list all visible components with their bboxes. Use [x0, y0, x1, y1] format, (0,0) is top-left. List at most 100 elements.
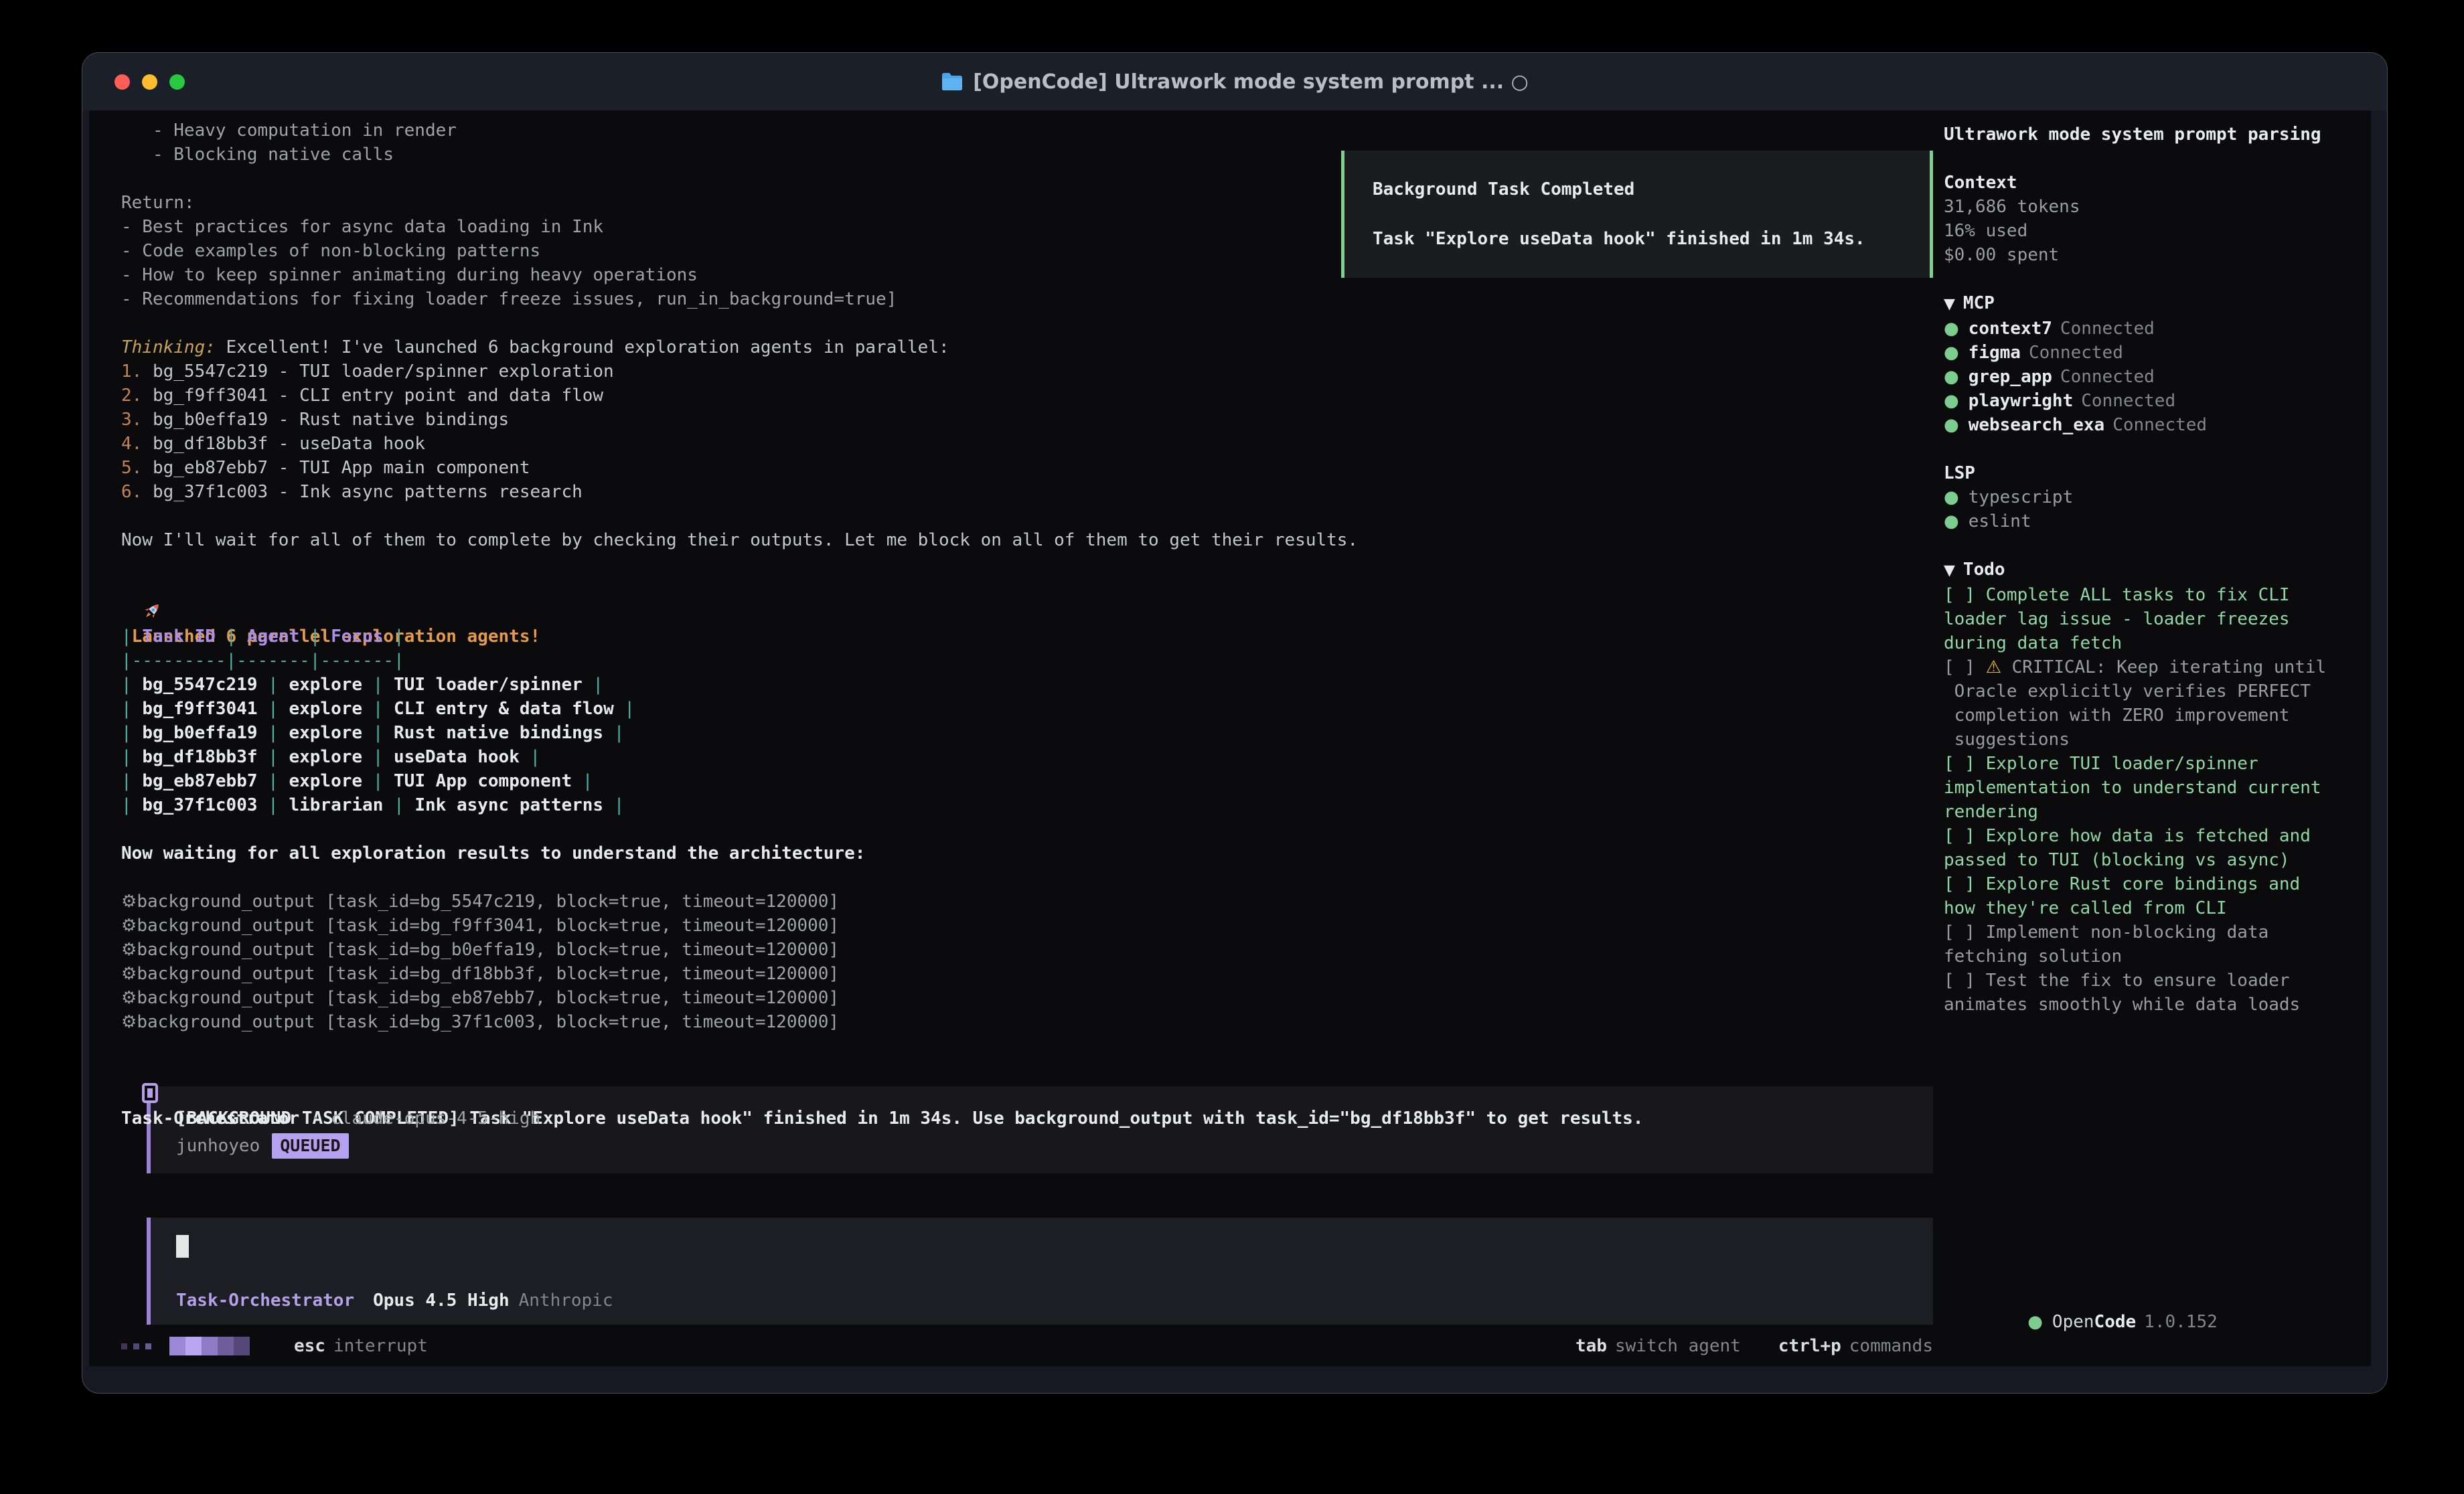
mcp-server-name: websearch_exa	[1969, 415, 2105, 435]
text-segment: Excellent! I've launched 6 background ex…	[216, 337, 949, 357]
terminal-line: Launched 6 parallel exploration agents!	[121, 576, 1934, 600]
green-status-dot: ●	[1944, 487, 1959, 507]
prompt-input[interactable]: Task-OrchestratorOpus 4.5 HighAnthropic	[147, 1218, 1933, 1325]
todo-section-header[interactable]: ▼Todo	[1944, 558, 2371, 583]
todo-item: [ ] Explore Rust core bindings and how t…	[1944, 872, 2371, 920]
app-version: 1.0.152	[2144, 1312, 2218, 1332]
terminal-line: | Task ID | Agent | Focus |	[121, 625, 1934, 649]
mcp-server-status: Connected	[2081, 391, 2175, 411]
context-spent: $0.00 spent	[1944, 243, 2371, 267]
text-segment: 4.	[121, 434, 153, 454]
text-segment: |	[383, 795, 414, 815]
zoom-button[interactable]	[169, 74, 185, 90]
text-segment: |	[583, 675, 603, 695]
text-segment: - Heavy computation in render	[121, 120, 457, 141]
lsp-server-item: ●eslint	[1944, 509, 2371, 533]
text-segment: bg_eb87ebb7 - TUI App main component	[153, 458, 530, 478]
text-segment: |	[362, 675, 394, 695]
status-bar: escinterrupt tabswitch agent ctrl+pcomma…	[121, 1334, 1933, 1358]
warning-icon: ⚠	[1986, 657, 2001, 677]
context-heading: Context	[1944, 171, 2371, 195]
minimize-button[interactable]	[142, 74, 157, 90]
text-segment: |	[121, 699, 142, 719]
window-title: [OpenCode] Ultrawork mode system prompt …	[941, 70, 1529, 94]
window-controls	[114, 53, 185, 110]
terminal-line: ⚙background_output [task_id=bg_df18bb3f,…	[121, 962, 1934, 986]
text-segment: bg_b0effa19 - Rust native bindings	[153, 410, 509, 430]
mcp-server-item: ●playwrightConnected	[1944, 389, 2371, 413]
model-label[interactable]: Opus 4.5 High	[373, 1291, 510, 1311]
window-title-text: [OpenCode] Ultrawork mode system prompt …	[973, 70, 1529, 94]
text-segment: |	[121, 675, 142, 695]
terminal-line: - Heavy computation in render	[121, 118, 1934, 143]
mcp-section: ▼MCP ●context7Connected●figmaConnected●g…	[1944, 291, 2371, 437]
text-segment: |	[362, 747, 394, 767]
text-segment: Thinking:	[121, 337, 216, 357]
terminal-pane[interactable]: - Heavy computation in render - Blocking…	[89, 110, 1934, 1366]
text-segment: - Recommendations for fixing loader free…	[121, 289, 897, 309]
text-segment: bg_df18bb3f	[142, 747, 257, 767]
terminal-line: | bg_5547c219 | explore | TUI loader/spi…	[121, 673, 1934, 697]
terminal-line	[121, 817, 1934, 841]
text-segment: bg_f9ff3041 - CLI entry point and data f…	[153, 386, 603, 406]
mcp-section-header[interactable]: ▼MCP	[1944, 291, 2371, 317]
collapse-triangle-icon: ▼	[1944, 296, 1955, 313]
text-segment: 2.	[121, 386, 153, 406]
terminal-line: 2. bg_f9ff3041 - CLI entry point and dat…	[121, 384, 1934, 408]
notification-title: Background Task Completed	[1373, 177, 1930, 201]
lsp-server-name: eslint	[1969, 511, 2031, 531]
text-segment: background_output [task_id=bg_f9ff3041, …	[137, 916, 839, 936]
app-name: OpenCode	[2052, 1312, 2136, 1332]
content-area: - Heavy computation in render - Blocking…	[89, 110, 2371, 1366]
text-segment: bg_5547c219	[142, 675, 257, 695]
text-segment: Task-Orchestrator	[121, 1108, 299, 1129]
text-segment: Task ID	[142, 627, 216, 647]
terminal-line	[121, 865, 1934, 890]
lsp-section-header[interactable]: LSP	[1944, 461, 2371, 485]
text-segment: background_output [task_id=bg_5547c219, …	[137, 892, 839, 912]
mcp-server-name: context7	[1969, 319, 2052, 339]
terminal-line: | bg_eb87ebb7 | explore | TUI App compon…	[121, 769, 1934, 793]
text-segment: |	[614, 699, 635, 719]
terminal-line: Now I'll wait for all of them to complet…	[121, 528, 1934, 552]
lsp-section: LSP ●typescript●eslint	[1944, 461, 2371, 533]
text-segment: |	[258, 771, 289, 791]
todo-item: [ ] Explore TUI loader/spinner implement…	[1944, 752, 2371, 824]
text-segment: librarian	[289, 795, 383, 815]
mcp-server-status: Connected	[2112, 415, 2207, 435]
titlebar[interactable]: [OpenCode] Ultrawork mode system prompt …	[82, 53, 2387, 110]
text-segment: |	[121, 723, 142, 743]
text-segment: |	[258, 723, 289, 743]
collapse-triangle-icon: ▼	[1944, 562, 1955, 579]
text-segment: background_output [task_id=bg_eb87ebb7, …	[137, 988, 839, 1008]
text-segment: explore	[289, 771, 362, 791]
text-segment: bg_5547c219 - TUI loader/spinner explora…	[153, 361, 614, 382]
active-agent-label[interactable]: Task-Orchestrator	[176, 1291, 354, 1311]
text-segment: bg_37f1c003 - Ink async patterns researc…	[153, 482, 583, 502]
text-segment: |	[258, 747, 289, 767]
text-segment: |	[258, 795, 289, 815]
text-segment: |	[603, 795, 624, 815]
terminal-line: ⚙background_output [task_id=bg_f9ff3041,…	[121, 914, 1934, 938]
text-segment: Return:	[121, 193, 195, 213]
terminal-line: |---------|-------|-------|	[121, 649, 1934, 673]
todo-item: [ ] Complete ALL tasks to fix CLI loader…	[1944, 583, 2371, 655]
text-segment: explore	[289, 699, 362, 719]
text-segment: bg_df18bb3f - useData hook	[153, 434, 425, 454]
text-segment: ⚙	[121, 892, 137, 912]
terminal-line: 6. bg_37f1c003 - Ink async patterns rese…	[121, 480, 1934, 504]
text-segment: |---------|-------|-------|	[121, 651, 404, 671]
rocket-icon	[142, 601, 162, 621]
tab-key-action: switch agent	[1615, 1336, 1741, 1356]
text-segment: 5.	[121, 458, 153, 478]
app-version-footer: ●OpenCode1.0.152	[1944, 1286, 2218, 1358]
close-button[interactable]	[114, 74, 130, 90]
terminal-line: - Recommendations for fixing loader free…	[121, 287, 1934, 311]
agent-orchestrator-icon	[142, 1083, 158, 1103]
terminal-line: Thinking: Excellent! I've launched 6 bac…	[121, 335, 1934, 359]
text-segment: bg_eb87ebb7	[142, 771, 257, 791]
text-segment: |	[362, 699, 394, 719]
text-segment: 6.	[121, 482, 153, 502]
text-segment: |	[299, 627, 331, 647]
mcp-server-name: playwright	[1969, 391, 2074, 411]
